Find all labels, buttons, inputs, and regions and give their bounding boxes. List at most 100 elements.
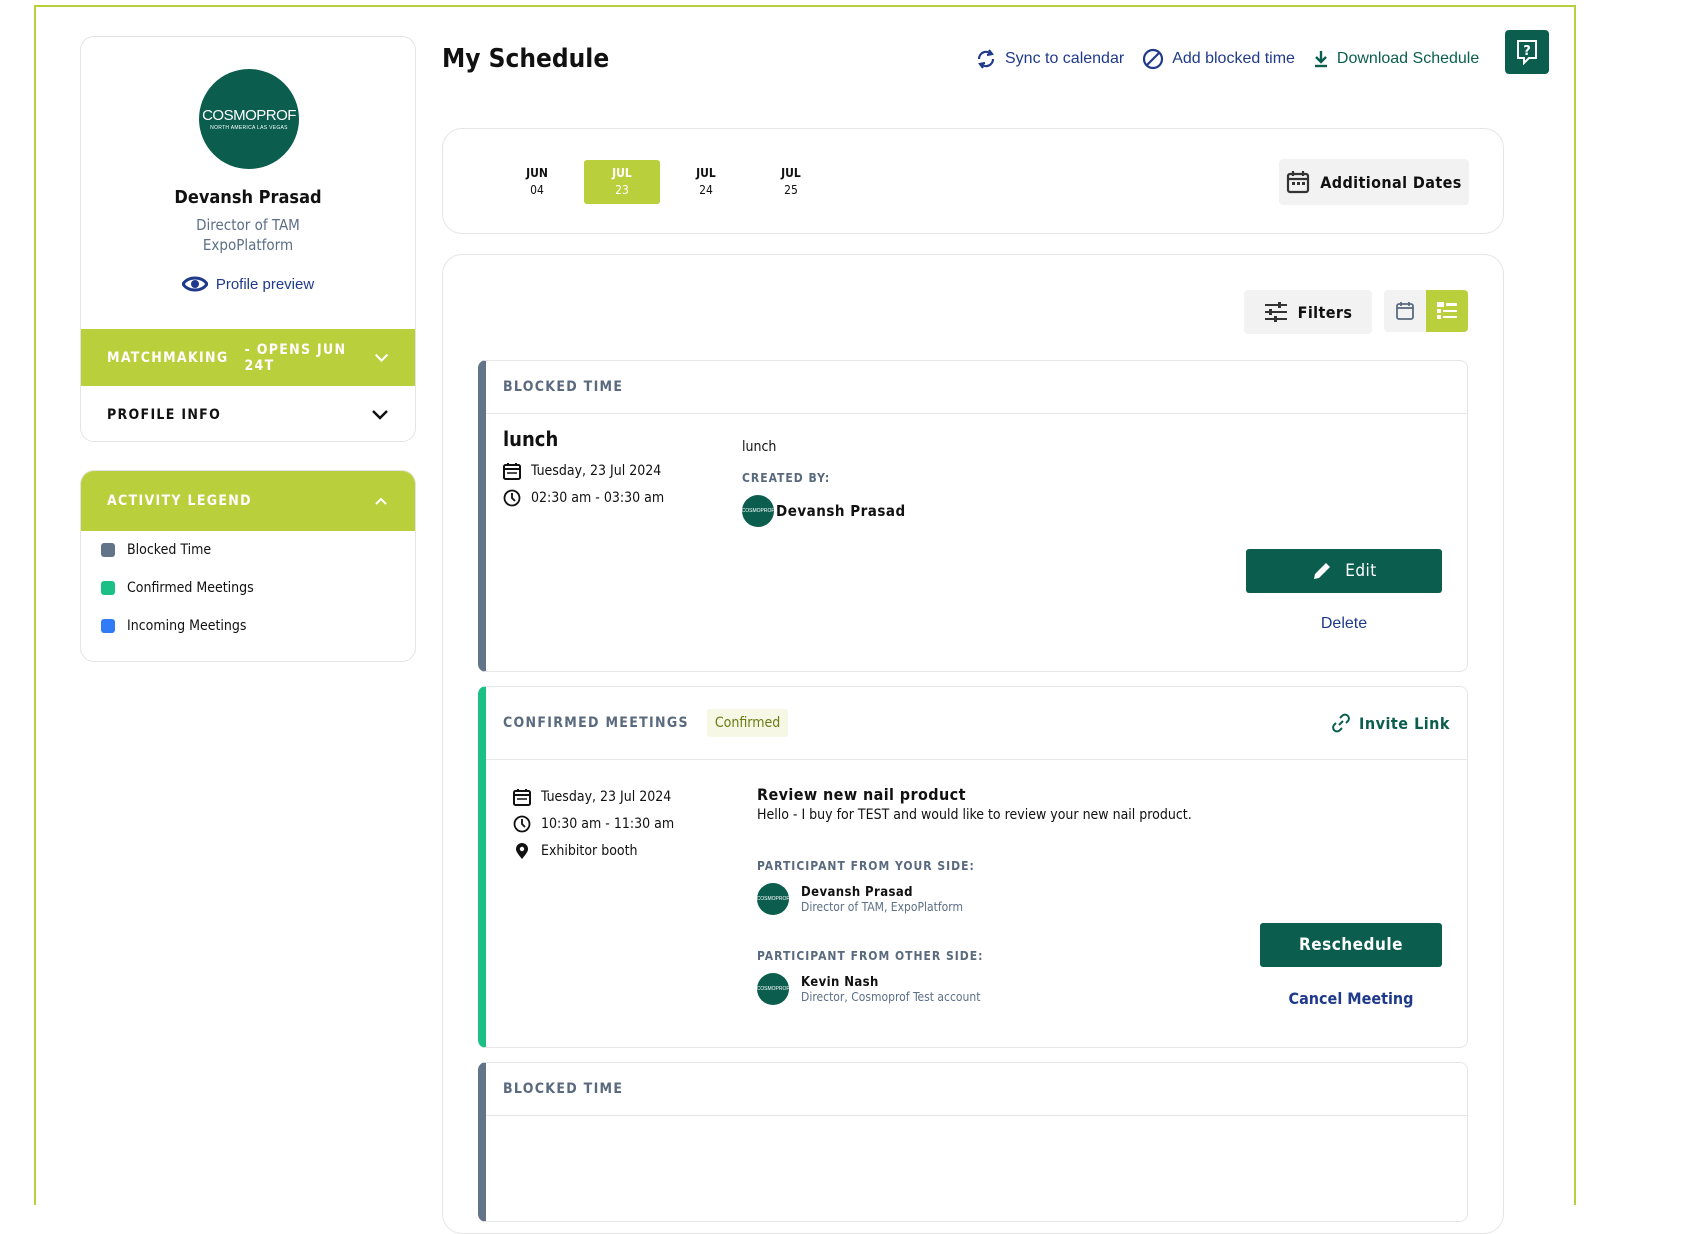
event-time: 02:30 am - 03:30 am — [531, 489, 665, 506]
help-button[interactable]: ? — [1505, 30, 1549, 74]
blocked-time-event: BLOCKED TIME — [478, 1062, 1468, 1222]
meeting-time: 10:30 am - 11:30 am — [541, 815, 675, 832]
legend-swatch — [101, 619, 115, 633]
additional-dates-button[interactable]: Additional Dates — [1279, 159, 1469, 205]
legend-header[interactable]: ACTIVITY LEGEND — [81, 471, 415, 531]
calendar-icon — [513, 788, 531, 806]
event-title: lunch — [503, 427, 559, 451]
profile-info-toggle[interactable]: PROFILE INFO — [81, 387, 415, 441]
date-tab-jul-25[interactable]: JUL 25 — [753, 160, 829, 204]
legend-item-incoming: Incoming Meetings — [81, 607, 415, 645]
created-by-label: CREATED BY: — [742, 471, 831, 485]
event-note: lunch — [742, 439, 777, 455]
event-date-row: Tuesday, 23 Jul 2024 — [503, 457, 664, 484]
meeting-date-row: Tuesday, 23 Jul 2024 — [513, 783, 674, 810]
list-view-toggle[interactable] — [1426, 290, 1468, 332]
event-details: Tuesday, 23 Jul 2024 02:30 am - 03:30 am — [503, 457, 664, 511]
date-selector: JUN 04 JUL 23 JUL 24 JUL 25 Additional D… — [442, 128, 1504, 234]
calendar-icon — [1287, 171, 1310, 194]
creator-name: Devansh Prasad — [776, 502, 906, 520]
date-day: 25 — [784, 183, 798, 197]
date-month: JUL — [781, 166, 801, 180]
link-icon — [1332, 713, 1350, 733]
clock-icon — [513, 815, 531, 832]
legend-item-confirmed: Confirmed Meetings — [81, 569, 415, 607]
download-schedule-button[interactable]: Download Schedule — [1313, 50, 1479, 68]
meeting-details: Tuesday, 23 Jul 2024 10:30 am - 11:30 am… — [513, 783, 674, 864]
legend-item-blocked: Blocked Time — [81, 531, 415, 569]
header-actions: Sync to calendar Add blocked time Downlo… — [975, 48, 1479, 70]
download-label: Download Schedule — [1336, 50, 1480, 67]
date-month: JUL — [612, 166, 632, 180]
sliders-icon — [1264, 302, 1287, 322]
clock-icon — [503, 489, 521, 506]
matchmaking-status: - OPENS JUN 24T — [244, 341, 347, 374]
page-title: My Schedule — [442, 44, 610, 74]
event-header: BLOCKED TIME — [486, 1063, 1467, 1116]
profile-avatar: COSMOPROF NORTH AMERICA LAS VEGAS — [199, 69, 299, 169]
profile-company: ExpoPlatform — [202, 236, 294, 254]
add-blocked-label: Add blocked time — [1172, 50, 1295, 67]
profile-preview-label: Profile preview — [215, 275, 315, 293]
meeting-message: Hello - I buy for TEST and would like to… — [757, 807, 1192, 823]
event-date: Tuesday, 23 Jul 2024 — [531, 462, 662, 479]
calendar-view-toggle[interactable] — [1384, 290, 1426, 332]
date-day: 04 — [530, 183, 544, 197]
block-icon — [1143, 48, 1164, 70]
date-tab-jul-24[interactable]: JUL 24 — [668, 160, 744, 204]
meeting-time-row: 10:30 am - 11:30 am — [513, 810, 674, 837]
profile-role-block: Director of TAM ExpoPlatform — [81, 215, 415, 255]
filters-button[interactable]: Filters — [1244, 290, 1372, 334]
date-tab-jul-23[interactable]: JUL 23 — [584, 160, 660, 204]
matchmaking-toggle[interactable]: MATCHMAKING - OPENS JUN 24T — [81, 329, 415, 386]
avatar: COSMOPROF — [742, 495, 774, 527]
meeting-location: Exhibitor booth — [541, 842, 638, 859]
invite-link-label: Invite Link — [1359, 713, 1450, 733]
legend-swatch — [101, 581, 115, 595]
profile-role: Director of TAM — [196, 216, 300, 234]
chevron-up-icon — [375, 497, 387, 505]
calendar-icon — [503, 462, 521, 480]
date-tab-jun-04[interactable]: JUN 04 — [499, 160, 575, 204]
date-month: JUN — [526, 166, 548, 180]
delete-button[interactable]: Delete — [1246, 615, 1442, 633]
chevron-down-icon — [372, 410, 388, 420]
date-month: JUL — [696, 166, 716, 180]
activity-legend: ACTIVITY LEGEND Blocked Time Confirmed M… — [80, 470, 416, 662]
other-side-label: PARTICIPANT FROM OTHER SIDE: — [757, 949, 984, 963]
participant-info: Devansh Prasad Director of TAM, ExpoPlat… — [801, 885, 963, 914]
filters-label: Filters — [1297, 302, 1353, 322]
participant-info: Kevin Nash Director, Cosmoprof Test acco… — [801, 975, 980, 1004]
svg-text:?: ? — [1523, 44, 1531, 59]
sync-calendar-button[interactable]: Sync to calendar — [975, 48, 1124, 70]
list-icon — [1437, 302, 1457, 319]
cancel-meeting-button[interactable]: Cancel Meeting — [1260, 989, 1442, 1008]
participant-other-side: COSMOPROF Kevin Nash Director, Cosmoprof… — [757, 973, 980, 1005]
profile-preview-link[interactable]: Profile preview — [81, 275, 415, 293]
profile-card: COSMOPROF NORTH AMERICA LAS VEGAS Devans… — [80, 36, 416, 442]
participant-name: Kevin Nash — [801, 974, 879, 990]
chevron-down-icon — [374, 353, 389, 362]
profile-name: Devansh Prasad — [174, 187, 322, 208]
pencil-icon — [1314, 563, 1331, 579]
sync-icon — [977, 49, 995, 69]
matchmaking-label: MATCHMAKING — [107, 349, 229, 366]
legend-label: Incoming Meetings — [127, 618, 247, 634]
invite-link-button[interactable]: Invite Link — [1331, 713, 1450, 733]
date-day: 24 — [699, 183, 713, 197]
additional-dates-label: Additional Dates — [1320, 172, 1462, 192]
legend-label: Blocked Time — [127, 542, 212, 558]
reschedule-button[interactable]: Reschedule — [1260, 923, 1442, 967]
edit-button[interactable]: Edit — [1246, 549, 1442, 593]
participant-name: Devansh Prasad — [801, 884, 913, 900]
event-section-title: BLOCKED TIME — [503, 1081, 624, 1097]
add-blocked-time-button[interactable]: Add blocked time — [1142, 48, 1295, 70]
avatar: COSMOPROF — [757, 973, 789, 1005]
creator: COSMOPROF Devansh Prasad — [742, 495, 906, 527]
blocked-time-event: BLOCKED TIME lunch Tuesday, 23 Jul 2024 … — [478, 360, 1468, 672]
event-section-title: BLOCKED TIME — [503, 379, 624, 395]
location-pin-icon — [516, 842, 528, 859]
eye-icon — [181, 276, 208, 292]
your-side-label: PARTICIPANT FROM YOUR SIDE: — [757, 859, 975, 873]
status-badge: Confirmed — [706, 709, 789, 737]
